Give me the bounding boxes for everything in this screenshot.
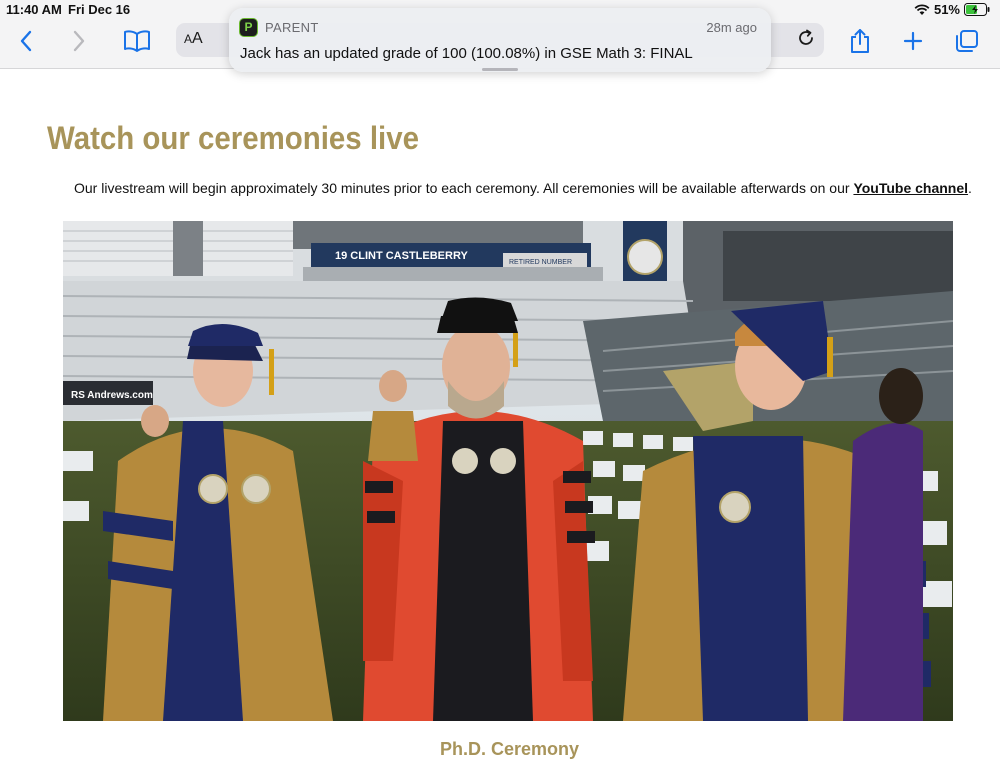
push-notification[interactable]: P PARENT 28m ago Jack has an updated gra…: [229, 8, 771, 72]
notification-time: 28m ago: [706, 20, 757, 35]
tabs-icon: [955, 29, 979, 53]
battery-charging-icon: [964, 3, 990, 16]
notification-app-name: PARENT: [265, 20, 319, 35]
ceremony-video-frame: 19 CLINT CASTLEBERRY RETIRED NUMBER RS A…: [63, 221, 953, 721]
intro-end: .: [968, 180, 972, 196]
reload-icon: [796, 28, 816, 53]
reload-button[interactable]: [792, 26, 820, 54]
text-size-small-a: A: [184, 32, 193, 46]
status-right: 51%: [914, 2, 990, 17]
share-button[interactable]: [845, 26, 875, 56]
forward-button[interactable]: [64, 26, 94, 56]
back-button[interactable]: [11, 26, 41, 56]
bookmarks-button[interactable]: [122, 26, 152, 56]
intro-paragraph: Our livestream will begin approximately …: [74, 180, 974, 196]
wifi-icon: [914, 3, 930, 16]
battery-percent: 51%: [933, 2, 960, 17]
retired-number-label: RETIRED NUMBER: [509, 259, 572, 266]
status-time: 11:40 AM: [6, 2, 62, 17]
plus-icon: [903, 31, 923, 51]
sponsor-board-text: RS Andrews.com: [71, 390, 153, 401]
text-size-large-a: A: [192, 30, 203, 47]
youtube-channel-link[interactable]: YouTube channel: [853, 180, 968, 196]
intro-text: Our livestream will begin approximately …: [74, 180, 854, 196]
page-title: Watch our ceremonies live: [47, 120, 419, 156]
book-icon: [123, 30, 151, 52]
notification-grabber[interactable]: [482, 68, 518, 71]
parent-app-icon: P: [239, 18, 258, 37]
status-date: Fri Dec 16: [68, 2, 131, 17]
notification-message: Jack has an updated grade of 100 (100.08…: [240, 45, 693, 62]
text-size-button[interactable]: AA: [184, 30, 203, 48]
livestream-video[interactable]: 19 CLINT CASTLEBERRY RETIRED NUMBER RS A…: [63, 221, 953, 721]
share-icon: [849, 28, 871, 54]
retired-number-banner: 19 CLINT CASTLEBERRY: [335, 250, 468, 262]
new-tab-button[interactable]: [898, 26, 928, 56]
tabs-overview-button[interactable]: [952, 26, 982, 56]
